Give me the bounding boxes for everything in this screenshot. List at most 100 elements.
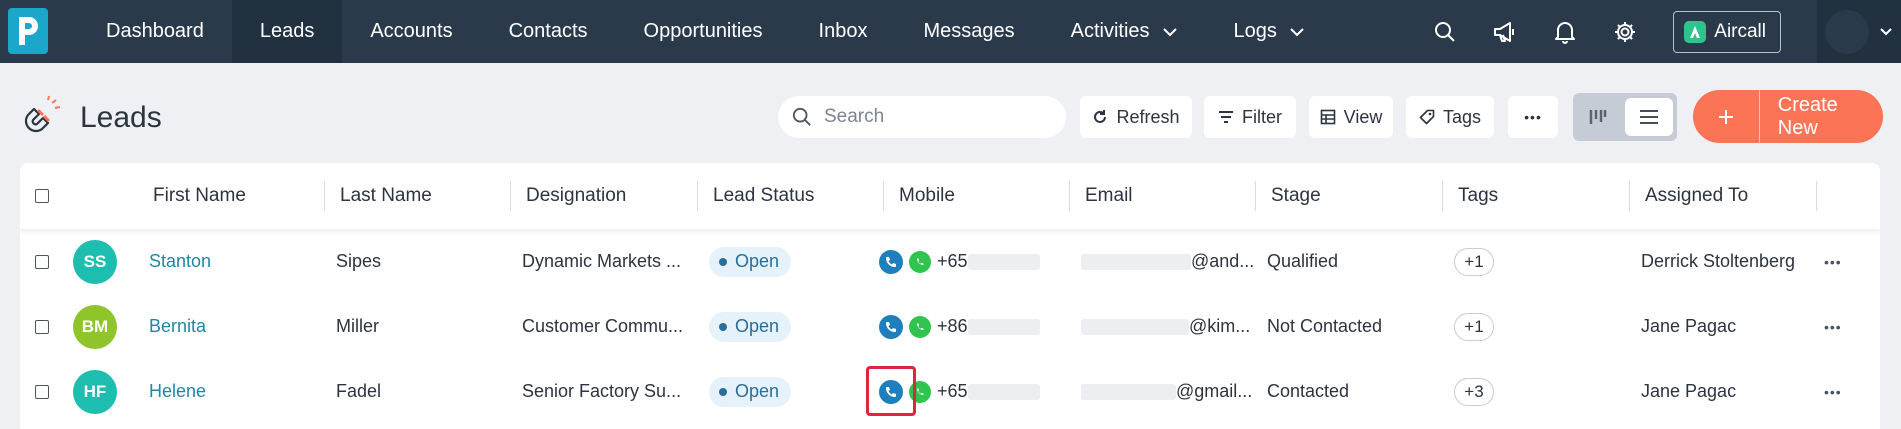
mobile-prefix: +65 <box>937 381 968 401</box>
assigned-to: Derrick Stoltenberg <box>1641 251 1796 271</box>
col-first-name[interactable]: First Name <box>153 163 246 229</box>
row-more-button[interactable]: ••• <box>1824 229 1842 294</box>
view-button[interactable]: View <box>1309 96 1393 138</box>
header-label: Mobile <box>899 185 955 206</box>
col-email[interactable]: Email <box>1069 163 1133 229</box>
search-icon <box>1435 21 1455 42</box>
search-input[interactable] <box>822 105 1046 129</box>
nav-item-inbox[interactable]: Inbox <box>791 0 896 63</box>
row-more-button[interactable]: ••• <box>1824 359 1842 424</box>
col-assigned-to[interactable]: Assigned To <box>1629 163 1749 229</box>
header-label: Assigned To <box>1645 185 1749 206</box>
layout-toggle <box>1573 93 1677 141</box>
header-label: Last Name <box>340 185 432 206</box>
nav-item-dashboard[interactable]: Dashboard <box>78 0 232 63</box>
tag-count-badge[interactable]: +1 <box>1454 247 1494 276</box>
whatsapp-button[interactable] <box>909 380 931 403</box>
row-checkbox[interactable] <box>35 319 49 334</box>
first-name-link[interactable]: Helene <box>149 359 206 424</box>
aircall-button[interactable]: Aircall <box>1673 10 1781 53</box>
designation: Senior Factory Su... <box>522 381 682 401</box>
main-nav: Dashboard Leads Accounts Contacts Opport… <box>78 0 1333 63</box>
col-mobile[interactable]: Mobile <box>883 163 955 229</box>
list-view-toggle[interactable] <box>1625 98 1673 136</box>
call-button[interactable] <box>879 314 903 339</box>
stage: Not Contacted <box>1267 316 1383 336</box>
nav-item-logs[interactable]: Logs <box>1206 0 1333 63</box>
filter-icon <box>1219 111 1233 123</box>
table-row[interactable]: SS Stanton Sipes Dynamic Markets ... Ope… <box>20 229 1880 294</box>
whatsapp-button[interactable] <box>909 315 931 338</box>
call-button[interactable] <box>879 249 903 274</box>
tags-label: Tags <box>1442 106 1482 127</box>
more-options-button[interactable]: ••• <box>1508 96 1558 138</box>
first-name-link[interactable]: Bernita <box>149 294 206 359</box>
header-label: Lead Status <box>713 185 815 206</box>
bell-icon <box>1555 21 1576 44</box>
status-label: Open <box>735 251 780 271</box>
app-logo[interactable] <box>8 8 48 54</box>
table-row[interactable]: HF Helene Fadel Senior Factory Su... Ope… <box>20 359 1880 424</box>
call-button[interactable] <box>879 379 903 404</box>
avatar: HF <box>73 369 117 414</box>
tag-count-badge[interactable]: +3 <box>1454 377 1494 406</box>
nav-item-contacts[interactable]: Contacts <box>481 0 616 63</box>
nav-item-opportunities[interactable]: Opportunities <box>616 0 791 63</box>
page-title: Leads <box>80 101 162 134</box>
whatsapp-icon <box>917 323 924 330</box>
whatsapp-button[interactable] <box>909 250 931 273</box>
refresh-icon <box>1094 110 1107 123</box>
view-label: View <box>1343 106 1383 127</box>
col-stage[interactable]: Stage <box>1255 163 1321 229</box>
redacted-email <box>1081 318 1189 335</box>
magnet-icon <box>24 95 61 133</box>
search-box[interactable] <box>778 96 1066 138</box>
col-lead-status[interactable]: Lead Status <box>697 163 815 229</box>
refresh-button[interactable]: Refresh <box>1080 96 1192 138</box>
header-label: Email <box>1085 185 1133 206</box>
row-checkbox[interactable] <box>35 384 49 399</box>
nav-label: Activities <box>1070 20 1150 42</box>
tags-button[interactable]: Tags <box>1406 96 1494 138</box>
aircall-label: Aircall <box>1714 20 1766 42</box>
leads-table: First Name Last Name Designation Lead St… <box>20 163 1880 429</box>
announcements-button[interactable] <box>1475 0 1535 63</box>
redacted-mobile <box>967 383 1040 400</box>
nav-item-accounts[interactable]: Accounts <box>342 0 480 63</box>
redacted-mobile <box>967 253 1040 270</box>
nav-label: Contacts <box>508 20 588 42</box>
status-badge[interactable]: Open <box>709 246 792 277</box>
settings-button[interactable] <box>1595 0 1655 63</box>
nav-label: Logs <box>1233 20 1277 42</box>
status-badge[interactable]: Open <box>709 376 792 407</box>
col-tags[interactable]: Tags <box>1442 163 1498 229</box>
col-last-name[interactable]: Last Name <box>324 163 432 229</box>
tag-count-badge[interactable]: +1 <box>1454 312 1494 341</box>
email-domain: @gmail... <box>1176 381 1253 401</box>
kanban-view-toggle[interactable] <box>1581 101 1615 133</box>
email-domain: @and... <box>1191 251 1255 271</box>
nav-item-messages[interactable]: Messages <box>895 0 1042 63</box>
whatsapp-icon <box>917 388 924 395</box>
mobile-prefix: +86 <box>937 316 968 336</box>
nav-item-leads[interactable]: Leads <box>231 0 343 63</box>
status-badge[interactable]: Open <box>709 311 792 342</box>
refresh-label: Refresh <box>1116 106 1180 127</box>
phone-icon <box>886 256 896 267</box>
first-name-link[interactable]: Stanton <box>149 229 211 294</box>
nav-item-activities[interactable]: Activities <box>1043 0 1206 63</box>
nav-label: Accounts <box>370 20 453 42</box>
table-row[interactable]: BM Bernita Miller Customer Commu... Open… <box>20 294 1880 359</box>
user-menu[interactable] <box>1817 0 1901 63</box>
row-more-button[interactable]: ••• <box>1824 294 1842 359</box>
filter-label: Filter <box>1242 106 1282 127</box>
select-all-checkbox[interactable] <box>35 189 49 203</box>
notifications-button[interactable] <box>1535 0 1595 63</box>
col-designation[interactable]: Designation <box>510 163 626 229</box>
global-search-button[interactable] <box>1415 0 1475 63</box>
nav-label: Inbox <box>818 20 868 42</box>
create-new-button[interactable]: Create New <box>1693 90 1883 143</box>
filter-button[interactable]: Filter <box>1204 96 1296 138</box>
row-checkbox[interactable] <box>35 254 49 269</box>
gear-icon <box>1615 21 1636 42</box>
